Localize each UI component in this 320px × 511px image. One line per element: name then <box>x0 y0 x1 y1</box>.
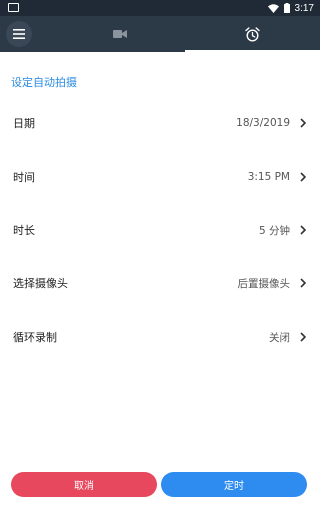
setting-label: 日期 <box>13 117 35 130</box>
status-time: 3:17 <box>294 2 314 14</box>
setting-label: 时间 <box>13 171 35 184</box>
status-bar: 3:17 <box>0 0 320 16</box>
notification-icon <box>8 3 19 12</box>
tab-alarm[interactable] <box>185 16 320 52</box>
status-icons: 3:17 <box>267 1 314 15</box>
setting-row-camera[interactable]: 选择摄像头 后置摄像头 <box>0 263 320 303</box>
setting-value: 18/3/2019 <box>236 117 290 129</box>
wifi-icon <box>267 3 279 13</box>
setting-value: 后置摄像头 <box>237 277 291 290</box>
setting-value: 3:15 PM <box>247 171 290 183</box>
top-toolbar <box>0 16 320 52</box>
chevron-right-icon <box>300 332 306 342</box>
setting-row-date[interactable]: 日期 18/3/2019 <box>0 103 320 143</box>
chevron-right-icon <box>300 172 306 182</box>
section-title: 设定自动拍摄 <box>11 76 77 89</box>
setting-row-duration[interactable]: 时长 5 分钟 <box>0 210 320 250</box>
setting-row-time[interactable]: 时间 3:15 PM <box>0 157 320 197</box>
battery-icon <box>283 3 290 13</box>
setting-label: 时长 <box>13 224 35 237</box>
chevron-right-icon <box>300 225 306 235</box>
setting-label: 选择摄像头 <box>13 277 68 290</box>
setting-value: 关闭 <box>269 331 290 344</box>
video-camera-icon <box>113 30 127 38</box>
set-timer-button[interactable]: 定时 <box>161 472 307 497</box>
cancel-button[interactable]: 取消 <box>11 472 157 497</box>
active-tab-indicator <box>185 50 320 52</box>
hamburger-menu-icon <box>13 29 25 39</box>
setting-label: 循环录制 <box>13 331 57 344</box>
alarm-clock-icon <box>245 26 260 42</box>
tab-video[interactable] <box>60 16 180 52</box>
setting-row-loop-recording[interactable]: 循环录制 关闭 <box>0 317 320 357</box>
chevron-right-icon <box>300 118 306 128</box>
menu-button[interactable] <box>6 21 32 47</box>
setting-value: 5 分钟 <box>258 224 290 237</box>
chevron-right-icon <box>300 278 306 288</box>
